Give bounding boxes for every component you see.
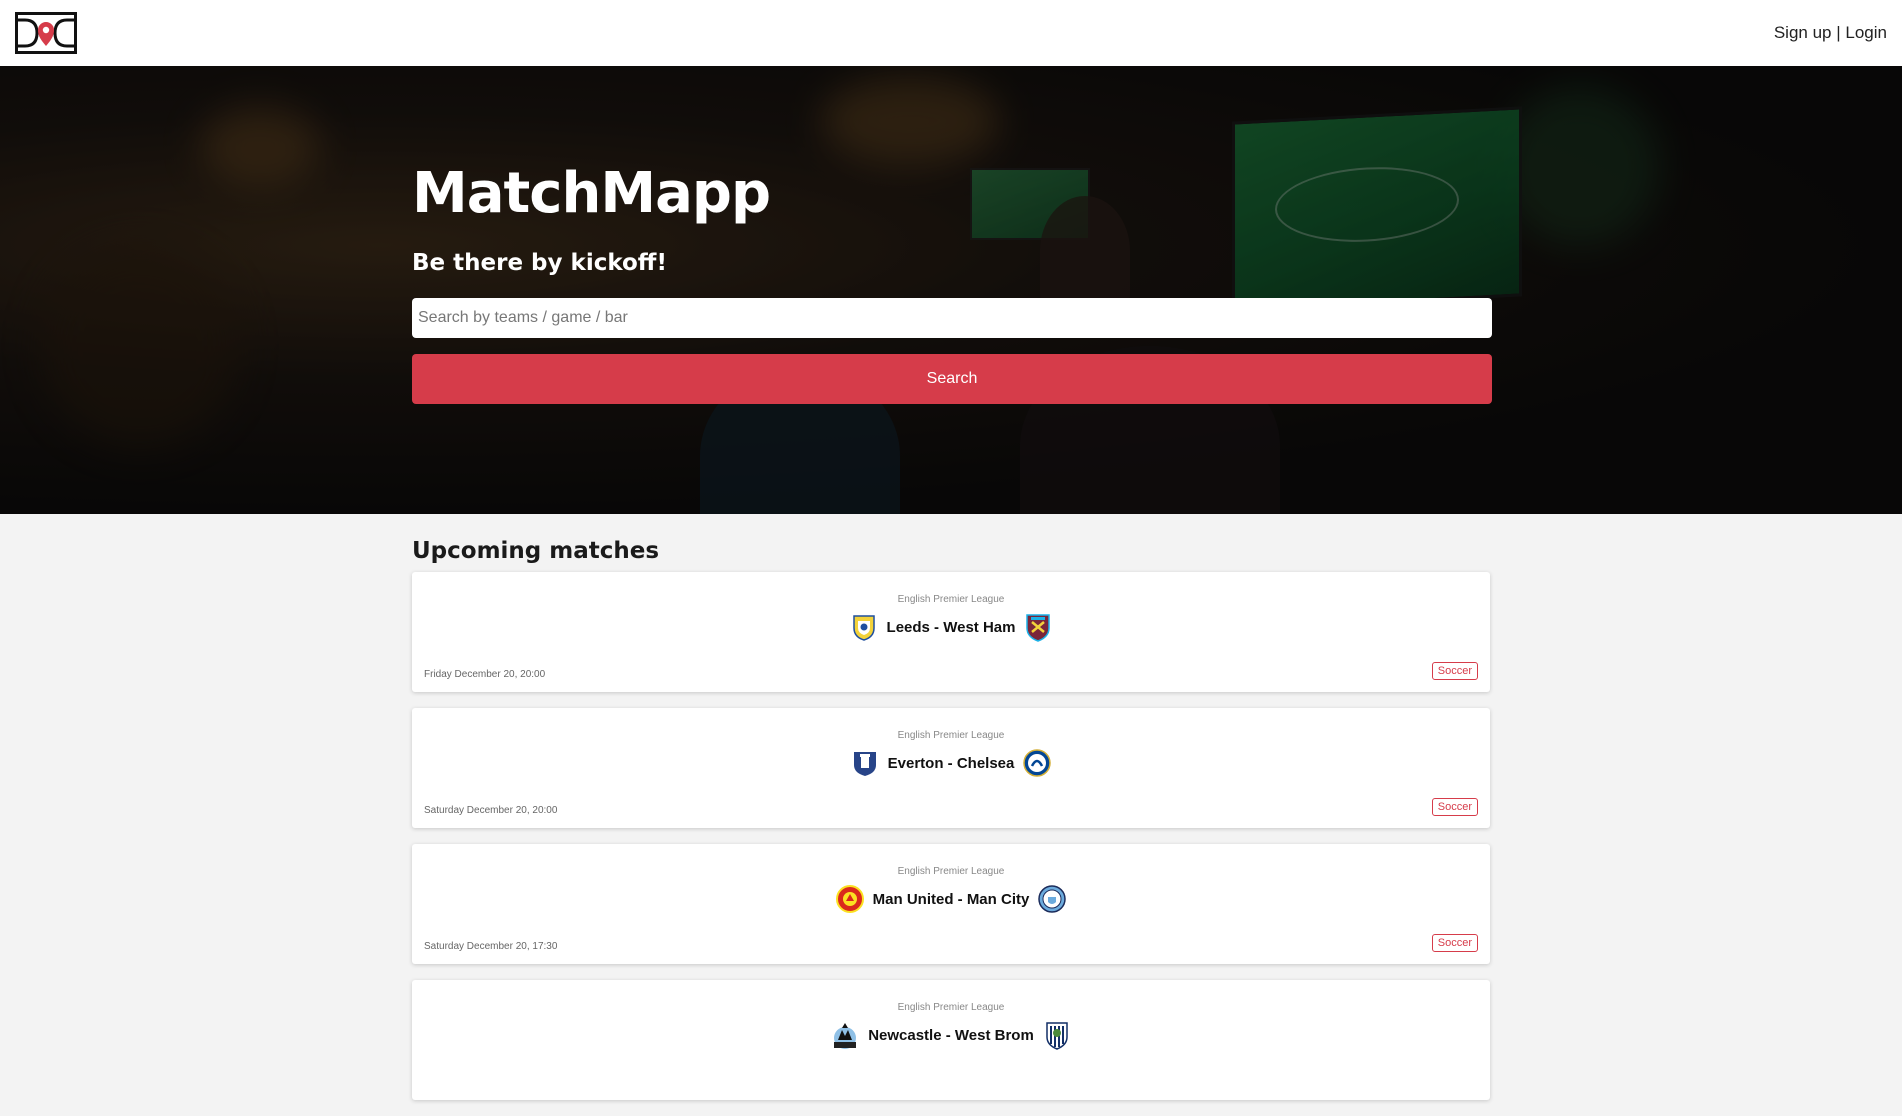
sport-badge: Soccer xyxy=(1431,662,1478,680)
league-name: English Premier League xyxy=(897,730,1005,741)
page-title: MatchMapp xyxy=(412,161,771,226)
everton-crest-icon xyxy=(853,752,876,776)
match-teams: Everton - Chelsea xyxy=(887,754,1015,772)
match-teams: Newcastle - West Brom xyxy=(868,1026,1034,1044)
signup-link[interactable]: Sign up xyxy=(1774,23,1832,42)
auth-separator: | xyxy=(1831,23,1846,42)
match-teams: Leeds - West Ham xyxy=(886,618,1016,636)
teams-row: Man United - Man City xyxy=(412,884,1490,914)
league-name: English Premier League xyxy=(897,1002,1005,1013)
match-datetime: Friday December 20, 20:00 xyxy=(424,669,546,680)
teams-row: Newcastle - West Brom xyxy=(412,1020,1490,1050)
newcastle-crest-icon xyxy=(834,1023,857,1049)
match-card[interactable]: English Premier League Leeds - West Ham … xyxy=(412,572,1490,692)
matchmapp-logo-icon[interactable] xyxy=(15,12,77,54)
league-name: English Premier League xyxy=(897,866,1005,877)
league-name: English Premier League xyxy=(897,594,1005,605)
match-teams: Man United - Man City xyxy=(872,890,1030,908)
match-datetime: Saturday December 20, 20:00 xyxy=(424,805,558,816)
sport-badge: Soccer xyxy=(1431,798,1478,816)
match-card[interactable]: English Premier League Everton - Chelsea… xyxy=(412,708,1490,828)
match-card[interactable]: English Premier League Man United - Man … xyxy=(412,844,1490,964)
hero-tagline: Be there by kickoff! xyxy=(412,250,667,276)
search-input[interactable] xyxy=(412,298,1492,338)
match-card[interactable]: English Premier League Newcastle - West … xyxy=(412,980,1490,1100)
hero-content: MatchMapp Be there by kickoff! Search xyxy=(412,166,1492,404)
top-navbar: Sign up | Login xyxy=(0,0,1902,66)
teams-row: Everton - Chelsea xyxy=(412,748,1490,778)
chelsea-crest-icon xyxy=(1023,749,1052,777)
west-ham-crest-icon xyxy=(1026,614,1051,642)
man-city-crest-icon xyxy=(1038,885,1067,913)
sport-badge: Soccer xyxy=(1431,934,1478,952)
auth-links: Sign up | Login xyxy=(1774,23,1887,43)
search-button[interactable]: Search xyxy=(412,354,1492,404)
west-brom-crest-icon xyxy=(1046,1022,1068,1050)
hero-banner: MatchMapp Be there by kickoff! Search xyxy=(0,66,1902,514)
man-united-crest-icon xyxy=(835,885,864,913)
section-title: Upcoming matches xyxy=(412,538,660,564)
upcoming-matches-section: Upcoming matches English Premier League … xyxy=(412,514,1492,1116)
match-datetime: Saturday December 20, 17:30 xyxy=(424,941,558,952)
leeds-crest-icon xyxy=(852,615,875,641)
teams-row: Leeds - West Ham xyxy=(412,612,1490,642)
login-link[interactable]: Login xyxy=(1845,23,1887,42)
